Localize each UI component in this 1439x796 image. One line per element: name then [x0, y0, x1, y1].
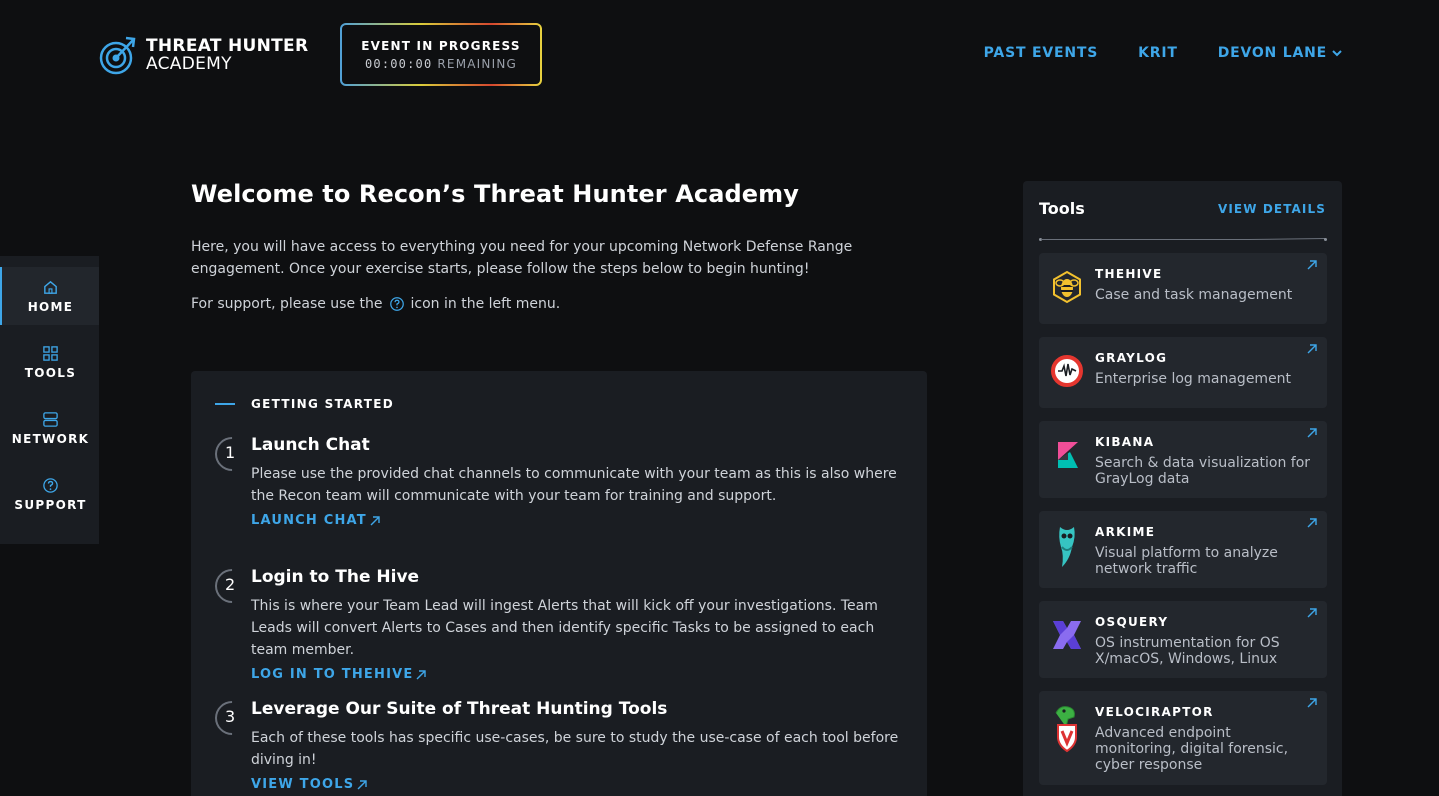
link-label: LOG IN TO THEHIVE: [251, 667, 414, 682]
tool-card-arkime[interactable]: ARKIME Visual platform to analyze networ…: [1039, 511, 1327, 588]
sidebar-item-label: HOME: [27, 299, 74, 314]
osquery-icon: [1053, 621, 1081, 649]
sidebar-item-label: NETWORK: [11, 431, 90, 446]
tools-panel: Tools VIEW DETAILS THEHIVE Case and task…: [1023, 181, 1342, 796]
bee-icon: [1053, 270, 1081, 304]
nav-past-events[interactable]: PAST EVENTS: [984, 45, 1098, 61]
graylog-icon: [1051, 355, 1083, 387]
tool-description: Visual platform to analyze network traff…: [1095, 545, 1278, 577]
tools-title: Tools: [1039, 199, 1085, 218]
tool-name: OSQUERY: [1095, 615, 1169, 629]
owl-icon: [1059, 527, 1075, 567]
external-link-icon: [1307, 428, 1317, 438]
external-link-icon: [370, 515, 380, 525]
tool-description: Advanced endpoint monitoring, digital fo…: [1095, 725, 1289, 773]
tool-card-kibana[interactable]: KIBANA Search & data visualization for G…: [1039, 421, 1327, 498]
support-suffix: icon in the left menu.: [410, 296, 561, 312]
tools-divider: [1039, 238, 1327, 241]
raptor-icon: [1055, 706, 1077, 753]
getting-started-heading: GETTING STARTED: [215, 397, 394, 411]
view-tools-link[interactable]: VIEW TOOLS: [251, 777, 367, 792]
sidebar-item-home[interactable]: HOME: [0, 267, 99, 325]
step-description: Each of these tools has specific use-cas…: [251, 730, 899, 768]
sidebar-item-network[interactable]: NETWORK: [0, 399, 99, 457]
tool-card-velociraptor[interactable]: VELOCIRAPTOR Advanced endpoint monitorin…: [1039, 691, 1327, 785]
sidebar-item-label: TOOLS: [24, 365, 77, 380]
page-title: Welcome to Recon’s Threat Hunter Academy: [191, 180, 800, 208]
tool-name: THEHIVE: [1095, 267, 1163, 281]
step-number: 3: [225, 707, 236, 726]
brand-line1: THREAT HUNTER: [146, 36, 309, 56]
tool-name: GRAYLOG: [1095, 351, 1168, 365]
login-thehive-link[interactable]: LOG IN TO THEHIVE: [251, 667, 427, 682]
external-link-icon: [357, 779, 367, 789]
tool-card-graylog[interactable]: GRAYLOG Enterprise log management: [1039, 337, 1327, 408]
external-link-icon: [416, 669, 427, 679]
tool-name: VELOCIRAPTOR: [1095, 705, 1214, 719]
home-icon: [44, 280, 57, 294]
sidebar-item-label: SUPPORT: [14, 497, 87, 512]
step-title: Launch Chat: [251, 435, 370, 455]
tool-description: Enterprise log management: [1095, 371, 1292, 387]
external-link-icon: [1307, 518, 1317, 528]
user-name: DEVON LANE: [1217, 45, 1327, 61]
grid-icon: [43, 345, 58, 361]
tool-card-thehive[interactable]: THEHIVE Case and task management: [1039, 253, 1327, 324]
tool-name: KIBANA: [1095, 435, 1155, 449]
getting-started-card: GETTING STARTED 1 Launch Chat Please use…: [191, 371, 927, 796]
help-icon: [43, 477, 58, 493]
event-timer: 00:00:00: [364, 56, 433, 71]
tool-name: ARKIME: [1095, 525, 1156, 539]
event-status-box: EVENT IN PROGRESS 00:00:00 REMAINING: [340, 23, 542, 86]
external-link-icon: [1307, 698, 1317, 708]
getting-started-label: GETTING STARTED: [251, 397, 394, 411]
launch-chat-link[interactable]: LAUNCH CHAT: [251, 513, 380, 528]
step-title: Leverage Our Suite of Threat Hunting Too…: [251, 699, 668, 719]
tool-card-osquery[interactable]: OSQUERY OS instrumentation for OS X/macO…: [1039, 601, 1327, 678]
tool-description: OS instrumentation for OS X/macOS, Windo…: [1095, 635, 1280, 667]
sidebar-item-tools[interactable]: TOOLS: [0, 333, 99, 391]
brand-logo[interactable]: THREAT HUNTER ACADEMY: [98, 34, 308, 76]
external-link-icon: [1307, 344, 1317, 354]
event-title: EVENT IN PROGRESS: [361, 38, 521, 53]
step-title: Login to The Hive: [251, 567, 420, 587]
external-link-icon: [1307, 608, 1317, 618]
tool-description: Search & data visualization for GrayLog …: [1095, 455, 1311, 487]
heading-accent-bar: [215, 403, 235, 405]
external-link-icon: [1307, 260, 1317, 270]
support-line: For support, please use the icon in the …: [191, 296, 927, 312]
sidebar: HOME TOOLS NETWORK SUPPORT: [0, 256, 99, 544]
user-menu[interactable]: DEVON LANE: [1218, 45, 1343, 61]
step-description: Please use the provided chat channels to…: [251, 466, 897, 504]
view-details-link[interactable]: VIEW DETAILS: [1218, 202, 1326, 216]
sidebar-item-support[interactable]: SUPPORT: [0, 465, 99, 523]
chevron-down-icon: [1332, 50, 1342, 57]
main-content: Welcome to Recon’s Threat Hunter Academy…: [191, 180, 927, 312]
tool-description: Case and task management: [1095, 287, 1293, 303]
help-icon: [389, 297, 404, 311]
crosshair-arrow-icon: [99, 36, 136, 75]
step-description: This is where your Team Lead will ingest…: [251, 598, 878, 658]
support-prefix: For support, please use the: [191, 296, 383, 312]
link-label: VIEW TOOLS: [251, 777, 355, 792]
top-nav: PAST EVENTS KRIT DEVON LANE: [984, 45, 1343, 61]
nav-krit[interactable]: KRIT: [1138, 45, 1178, 61]
kibana-icon: [1058, 442, 1078, 468]
intro-text: Here, you will have access to everything…: [191, 239, 853, 277]
event-remaining: REMAINING: [437, 56, 518, 71]
link-label: LAUNCH CHAT: [251, 513, 367, 528]
server-icon: [43, 411, 58, 427]
step-number: 2: [225, 575, 236, 594]
step-number: 1: [225, 443, 236, 462]
brand-line2: ACADEMY: [146, 54, 232, 74]
